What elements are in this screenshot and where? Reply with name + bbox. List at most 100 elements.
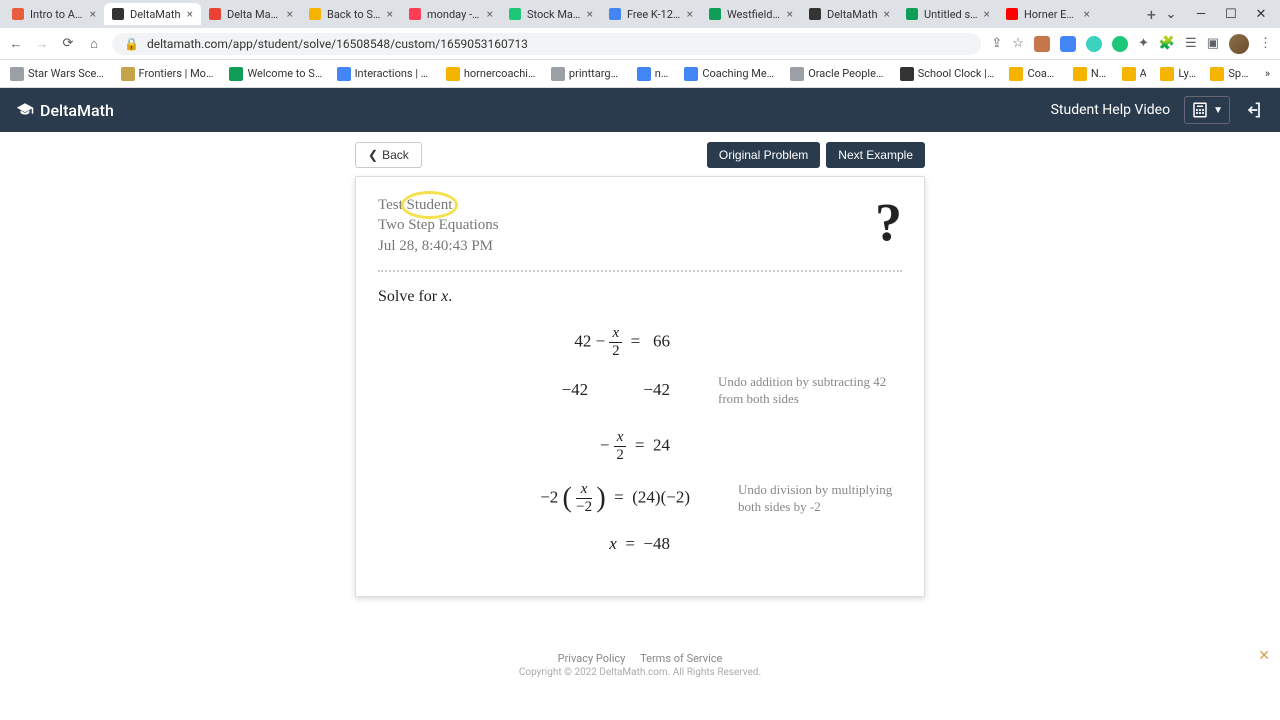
- close-icon[interactable]: ×: [387, 7, 393, 21]
- bookmark-item[interactable]: hornercoachingcor...: [446, 67, 537, 81]
- calculator-button[interactable]: ▼: [1184, 96, 1230, 124]
- privacy-link[interactable]: Privacy Policy: [558, 652, 626, 665]
- bookmark-item[interactable]: NMSI: [1073, 67, 1108, 81]
- close-icon[interactable]: ✕: [1258, 648, 1270, 664]
- equation-step: −2 ( x−2 ) = (24)(−2): [378, 482, 698, 515]
- terms-link[interactable]: Terms of Service: [640, 652, 722, 665]
- chevron-left-icon: ❮: [368, 148, 378, 162]
- menu-icon[interactable]: ⋮: [1259, 36, 1272, 51]
- close-icon[interactable]: ×: [1084, 7, 1090, 21]
- original-problem-button[interactable]: Original Problem: [707, 142, 820, 168]
- app-header: DeltaMath Student Help Video ▼: [0, 88, 1280, 132]
- calculator-icon: [1191, 101, 1209, 119]
- lock-icon: 🔒: [124, 37, 139, 51]
- step-note: Undo addition by subtracting 42 from bot…: [678, 373, 902, 408]
- copyright-text: Copyright © 2022 DeltaMath.com. All Righ…: [0, 667, 1280, 678]
- extension-icon[interactable]: [1060, 36, 1076, 52]
- timestamp: Jul 28, 8:40:43 PM: [378, 236, 902, 256]
- extension-icon[interactable]: [1034, 36, 1050, 52]
- bookmark-item[interactable]: Coaching Menu - G...: [684, 67, 776, 81]
- browser-tab[interactable]: monday - Wor×: [401, 3, 501, 25]
- chevron-down-icon[interactable]: ⌄: [1164, 7, 1178, 22]
- caret-down-icon: ▼: [1213, 105, 1223, 116]
- brand-logo[interactable]: DeltaMath: [16, 101, 114, 120]
- share-icon[interactable]: ⇪: [991, 36, 1002, 51]
- close-icon[interactable]: ×: [487, 7, 493, 21]
- solution-steps: 42 − x2 = 66 −42 −42Undo addition by sub…: [378, 326, 902, 554]
- extension-icon[interactable]: [1086, 36, 1102, 52]
- close-icon[interactable]: ×: [587, 7, 593, 21]
- assignment-name: Two Step Equations: [378, 215, 902, 235]
- browser-tab[interactable]: Untitled sprea×: [898, 3, 998, 25]
- next-example-button[interactable]: Next Example: [826, 142, 925, 168]
- browser-tab[interactable]: Horner EdTech×: [998, 3, 1098, 25]
- bookmark-item[interactable]: nPlot: [637, 67, 671, 81]
- divider: [378, 270, 902, 272]
- close-icon[interactable]: ×: [884, 7, 890, 21]
- nav-back-button[interactable]: ←: [8, 36, 24, 52]
- logout-icon[interactable]: [1244, 100, 1264, 120]
- bookmarks-overflow[interactable]: »: [1265, 67, 1270, 80]
- bookmark-item[interactable]: Welcome to ShareP...: [229, 67, 322, 81]
- browser-chrome: Intro to Algebra×DeltaMath×Delta Math! -…: [0, 0, 1280, 88]
- student-name: Test Student: [378, 195, 902, 215]
- reading-list-icon[interactable]: ☰: [1185, 36, 1197, 51]
- problem-card: ? Test Student Two Step Equations Jul 28…: [355, 176, 925, 597]
- nav-forward-button[interactable]: →: [34, 36, 50, 52]
- step-note: Undo division by multiplying both sides …: [698, 481, 902, 516]
- close-icon[interactable]: ×: [187, 7, 193, 21]
- close-icon[interactable]: ×: [787, 7, 793, 21]
- equation-step: x = −48: [378, 534, 678, 554]
- extension-icon[interactable]: [1112, 36, 1128, 52]
- close-icon[interactable]: ×: [687, 7, 693, 21]
- tab-bar: Intro to Algebra×DeltaMath×Delta Math! -…: [0, 0, 1280, 28]
- browser-tab[interactable]: DeltaMath×: [801, 3, 898, 25]
- equation-step: −42 −42: [378, 380, 678, 400]
- bookmark-item[interactable]: Sphero: [1210, 67, 1250, 81]
- browser-tab[interactable]: Stock Markets×: [501, 3, 601, 25]
- graduation-cap-icon: [16, 101, 34, 119]
- help-video-link[interactable]: Student Help Video: [1051, 102, 1171, 118]
- maximize-button[interactable]: ☐: [1224, 7, 1238, 22]
- bookmark-item[interactable]: Lynda: [1160, 67, 1196, 81]
- brand-text: DeltaMath: [40, 101, 114, 120]
- close-window-button[interactable]: ✕: [1254, 7, 1268, 22]
- equation-step: 42 − x2 = 66: [378, 326, 678, 359]
- bookmark-star-icon[interactable]: ☆: [1012, 36, 1024, 51]
- browser-tab[interactable]: Westfield Was×: [701, 3, 801, 25]
- problem-toolbar: ❮ Back Original Problem Next Example: [355, 142, 925, 168]
- close-icon[interactable]: ×: [90, 7, 96, 21]
- bookmark-item[interactable]: AP: [1122, 67, 1147, 81]
- address-bar: ← → ⟳ ⌂ 🔒 deltamath.com/app/student/solv…: [0, 28, 1280, 60]
- bookmark-item[interactable]: printtargets.net: [551, 67, 623, 81]
- browser-tab[interactable]: Free K-12 Cou×: [601, 3, 701, 25]
- bookmark-item[interactable]: Frontiers | Molecula...: [121, 67, 216, 81]
- url-input[interactable]: 🔒 deltamath.com/app/student/solve/165085…: [112, 33, 981, 55]
- bookmark-item[interactable]: Coaching: [1009, 67, 1058, 81]
- help-icon[interactable]: ?: [875, 191, 902, 253]
- close-icon[interactable]: ×: [287, 7, 293, 21]
- back-button[interactable]: ❮ Back: [355, 142, 422, 168]
- extensions-menu-icon[interactable]: 🧩: [1159, 36, 1175, 51]
- bookmark-item[interactable]: School Clock | From...: [900, 67, 996, 81]
- extension-icon[interactable]: ✦: [1138, 36, 1149, 51]
- window-controls: ⌄ — ☐ ✕: [1164, 7, 1276, 22]
- sidepanel-icon[interactable]: ▣: [1207, 36, 1219, 51]
- bookmark-item[interactable]: Oracle PeopleSoft S...: [790, 67, 886, 81]
- url-text: deltamath.com/app/student/solve/16508548…: [147, 37, 528, 51]
- minimize-button[interactable]: —: [1194, 7, 1208, 22]
- profile-avatar[interactable]: [1229, 34, 1249, 54]
- home-button[interactable]: ⌂: [86, 36, 102, 52]
- bookmarks-bar: Star Wars Scene Tra... Frontiers | Molecu…: [0, 60, 1280, 88]
- browser-tab[interactable]: Delta Math! - h×: [201, 3, 301, 25]
- reload-button[interactable]: ⟳: [60, 36, 76, 51]
- browser-tab[interactable]: Back to School×: [301, 3, 401, 25]
- equation-step: − x2 = 24: [378, 430, 678, 463]
- close-icon[interactable]: ×: [984, 7, 990, 21]
- browser-tab[interactable]: DeltaMath×: [104, 3, 201, 25]
- new-tab-button[interactable]: +: [1139, 3, 1164, 26]
- bookmark-item[interactable]: Star Wars Scene Tra...: [10, 67, 107, 81]
- problem-prompt: Solve for x.: [378, 288, 902, 306]
- browser-tab[interactable]: Intro to Algebra×: [4, 3, 104, 25]
- bookmark-item[interactable]: Interactions | Engag...: [337, 67, 432, 81]
